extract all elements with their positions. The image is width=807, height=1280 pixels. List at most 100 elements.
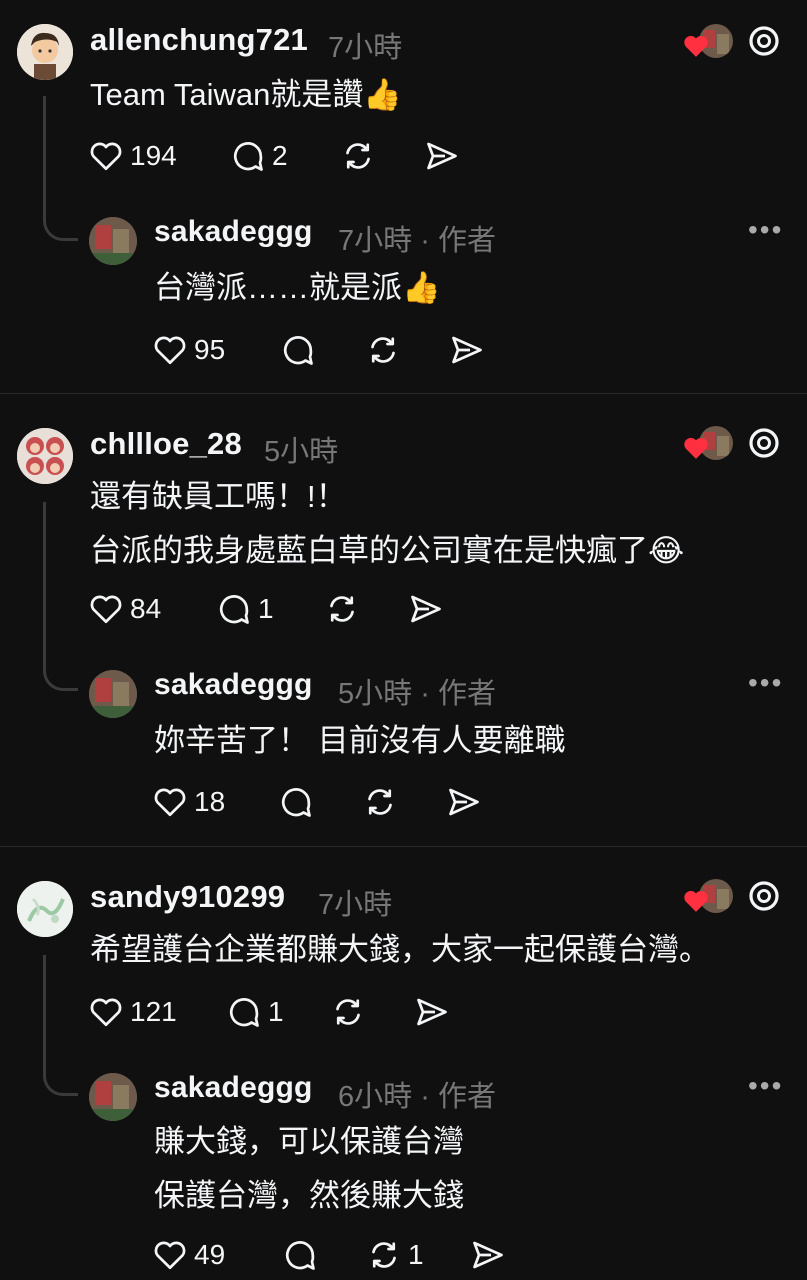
author-tag: 作者 (437, 678, 496, 710)
comment-thread: allenchung721 7小時 Team Taiwan就是讚👍 194 2 (0, 0, 807, 393)
threads-logo-icon (749, 881, 779, 911)
username[interactable]: allenchung721 (90, 22, 308, 58)
author-tag: 作者 (437, 1081, 496, 1113)
timestamp: 7小時 (318, 889, 393, 921)
username[interactable]: chllloe_28 (90, 426, 242, 462)
username[interactable]: sandy910299 (90, 879, 285, 915)
comment-thread: chllloe_28 5小時 還有缺員工嗎！!！ 台派的我身處藍白草的公司實在是… (0, 394, 807, 846)
author-tag: 作者 (437, 225, 496, 257)
thread-connector (43, 502, 78, 691)
comment-text: 台灣派……就是派👍 (154, 261, 441, 315)
like-count: 18 (194, 786, 226, 817)
username[interactable]: sakadeggg (154, 668, 313, 702)
comment-line: 台灣派……就是派👍 (154, 270, 441, 305)
dot-separator: · (420, 678, 430, 710)
avatar[interactable] (89, 670, 137, 718)
repost-button[interactable] (362, 782, 398, 822)
reply-time: 7小時 (338, 225, 413, 257)
reply-button[interactable] (280, 330, 316, 370)
action-bar: 121 1 (88, 992, 488, 1032)
repost-button[interactable] (365, 330, 401, 370)
repost-icon (336, 999, 360, 1025)
avatar[interactable] (89, 1073, 137, 1121)
comment-line: 保護台灣，然後賺大錢 (154, 1178, 464, 1213)
avatar[interactable] (89, 217, 137, 265)
share-button[interactable] (414, 992, 450, 1032)
like-count: 194 (130, 140, 177, 171)
reply-count: 1 (268, 996, 284, 1027)
reply-button[interactable] (282, 1235, 318, 1275)
heart-outline-icon (90, 142, 122, 171)
repost-button[interactable] (324, 589, 360, 629)
action-bar: 84 1 (88, 589, 488, 629)
timestamp: 5小時 · 作者 (338, 670, 496, 712)
avatar[interactable] (17, 881, 73, 937)
like-button[interactable]: 18 (152, 782, 225, 822)
action-bar: 49 1 (152, 1235, 532, 1275)
share-button[interactable] (446, 782, 482, 822)
username[interactable]: sakadeggg (154, 215, 313, 249)
like-button[interactable]: 95 (152, 330, 225, 370)
username[interactable]: sakadeggg (154, 1071, 313, 1105)
comment-line: 台派的我身處藍白草的公司實在是快瘋了😂 (90, 533, 685, 568)
comment-line: 希望護台企業都賺大錢，大家一起保護台灣。 (90, 932, 710, 967)
comment-icon (283, 336, 313, 365)
repost-icon (372, 1242, 396, 1268)
more-options-button[interactable]: ••• (748, 1070, 783, 1102)
share-button[interactable] (408, 589, 444, 629)
liked-by-author-badge (683, 877, 739, 917)
liked-by-author-badge (683, 22, 739, 62)
repost-icon (371, 337, 395, 363)
heart-icon (684, 35, 708, 57)
threads-logo-icon (749, 26, 779, 56)
avatar[interactable] (17, 24, 73, 80)
repost-button[interactable] (340, 136, 376, 176)
send-icon (452, 336, 482, 364)
comment-line: 賺大錢，可以保護台灣 (154, 1124, 464, 1159)
share-button[interactable] (424, 136, 460, 176)
like-button[interactable]: 49 (152, 1235, 225, 1275)
thread-connector (43, 955, 78, 1096)
like-count: 95 (194, 334, 226, 365)
comment-thread: sandy910299 7小時 希望護台企業都賺大錢，大家一起保護台灣。 121… (0, 847, 807, 1280)
repost-button[interactable]: 1 (366, 1235, 424, 1275)
like-button[interactable]: 84 (88, 589, 161, 629)
more-options-button[interactable]: ••• (748, 667, 783, 699)
action-bar: 18 (152, 782, 492, 822)
heart-outline-icon (154, 788, 186, 817)
repost-button[interactable] (330, 992, 366, 1032)
send-icon (449, 788, 479, 816)
share-button[interactable] (449, 330, 485, 370)
action-bar: 194 2 (88, 136, 488, 176)
timestamp: 6小時 · 作者 (338, 1073, 496, 1115)
timestamp: 5小時 (264, 436, 339, 468)
heart-outline-icon (154, 1241, 186, 1270)
comment-line: 還有缺員工嗎！!！ (90, 479, 347, 514)
comment-line: Team Taiwan就是讚👍 (90, 77, 402, 112)
share-button[interactable] (470, 1235, 506, 1275)
reply-button[interactable]: 1 (226, 992, 284, 1032)
comment-icon (219, 595, 249, 624)
comment-icon (229, 998, 259, 1027)
heart-outline-icon (90, 595, 122, 624)
send-icon (427, 142, 457, 170)
comment-text: 賺大錢，可以保護台灣 保護台灣，然後賺大錢 (154, 1115, 464, 1223)
timestamp: 7小時 · 作者 (338, 217, 496, 259)
comment-text: Team Taiwan就是讚👍 (90, 68, 402, 122)
reply-time: 6小時 (338, 1081, 413, 1113)
comment-text: 還有缺員工嗎！!！ 台派的我身處藍白草的公司實在是快瘋了😂 (90, 470, 684, 578)
like-button[interactable]: 194 (88, 136, 177, 176)
heart-icon (684, 890, 708, 912)
more-options-button[interactable]: ••• (748, 214, 783, 246)
like-button[interactable]: 121 (88, 992, 177, 1032)
reply-button[interactable]: 1 (216, 589, 274, 629)
comment-icon (285, 1241, 315, 1270)
avatar[interactable] (17, 428, 73, 484)
reply-count: 1 (258, 593, 274, 624)
reply-button[interactable] (278, 782, 314, 822)
reply-button[interactable]: 2 (230, 136, 288, 176)
repost-icon (346, 143, 370, 169)
reply-time: 5小時 (338, 678, 413, 710)
timestamp: 7小時 (328, 32, 403, 64)
heart-outline-icon (154, 336, 186, 365)
